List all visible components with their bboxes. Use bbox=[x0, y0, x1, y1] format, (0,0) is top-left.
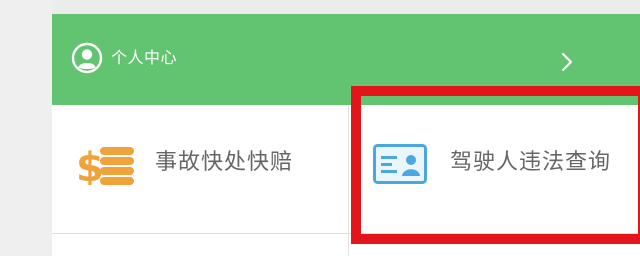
chevron-right-icon[interactable] bbox=[557, 50, 577, 74]
left-margin bbox=[0, 0, 52, 256]
svg-text:$: $ bbox=[76, 145, 104, 185]
id-card-icon bbox=[373, 144, 427, 184]
column-divider bbox=[348, 234, 349, 256]
coin-stack-icon: $ bbox=[76, 145, 134, 185]
accident-claim-label: 事故快处快赔 bbox=[155, 150, 294, 175]
top-divider bbox=[52, 0, 640, 14]
row-divider bbox=[52, 233, 640, 234]
driver-violation-query-label: 驾驶人违法查询 bbox=[450, 150, 612, 175]
user-circle-icon bbox=[71, 42, 103, 74]
personal-center-label: 个人中心 bbox=[111, 48, 178, 67]
menu-item-driver-violation-query[interactable]: 驾驶人违法查询 bbox=[349, 105, 640, 233]
personal-center-bar[interactable]: 个人中心 bbox=[52, 14, 640, 105]
menu-panel: 个人中心 $ 事故快处快赔 驾驶人违法查询 bbox=[52, 14, 640, 256]
menu-item-accident-claim[interactable]: $ 事故快处快赔 bbox=[52, 105, 349, 233]
